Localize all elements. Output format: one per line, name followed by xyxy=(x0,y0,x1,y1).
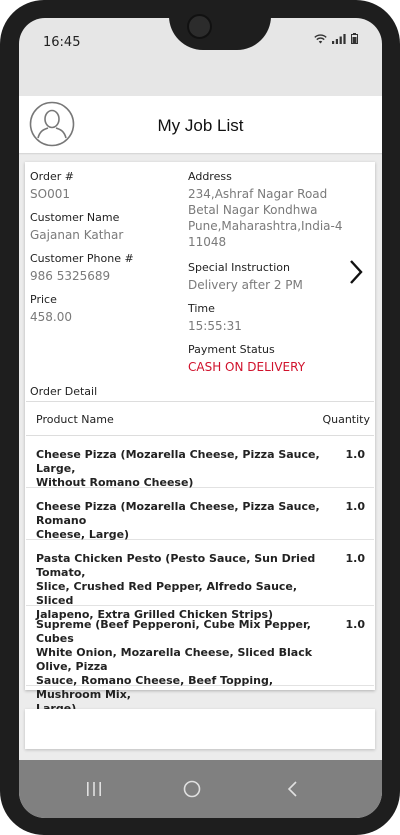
customer-phone: 986 5325689 xyxy=(30,269,111,283)
time-label: Time xyxy=(188,302,215,315)
system-nav-bar xyxy=(19,760,382,818)
notch xyxy=(169,18,271,50)
product-quantity: 1.0 xyxy=(345,618,366,631)
screen: 16:45 My Job List Order # SO001 Customer… xyxy=(19,18,382,818)
price-value: 458.00 xyxy=(30,310,72,324)
phone-frame: 16:45 My Job List Order # SO001 Customer… xyxy=(0,0,400,835)
recent-apps-icon[interactable] xyxy=(84,779,104,799)
product-name-line: White Onion, Mozarella Cheese, Sliced Bl… xyxy=(36,646,313,673)
table-row: Cheese Pizza (Mozarella Cheese, Pizza Sa… xyxy=(26,436,374,490)
chevron-right-icon[interactable] xyxy=(348,259,364,285)
address-line: Betal Nagar Kondhwa xyxy=(188,203,318,217)
product-name-line: Slice, Crushed Red Pepper, Alfredo Sauce… xyxy=(36,580,298,607)
battery-icon xyxy=(351,33,358,44)
special-instruction: Delivery after 2 PM xyxy=(188,278,303,292)
product-name: Cheese Pizza (Mozarella Cheese, Pizza Sa… xyxy=(36,500,336,542)
app-header: My Job List xyxy=(19,96,382,154)
time-value: 15:55:31 xyxy=(188,319,242,333)
table-row: Cheese Pizza (Mozarella Cheese, Pizza Sa… xyxy=(26,488,374,542)
table-row: Supreme (Beef Pepperoni, Cube Mix Pepper… xyxy=(26,606,374,715)
table-header: Product Name Quantity xyxy=(26,401,374,436)
order-number-label: Order # xyxy=(30,170,74,183)
address-line: 234,Ashraf Nagar Road xyxy=(188,187,328,201)
product-name-line: Sauce, Romano Cheese, Beef Topping, Mush… xyxy=(36,674,274,701)
price-label: Price xyxy=(30,293,57,306)
product-name-line: Cheese Pizza (Mozarella Cheese, Pizza Sa… xyxy=(36,448,320,475)
front-camera xyxy=(187,14,212,39)
customer-name: Gajanan Kathar xyxy=(30,228,124,242)
table-row: Pasta Chicken Pesto (Pesto Sauce, Sun Dr… xyxy=(26,540,374,621)
signal-icon xyxy=(332,33,346,44)
home-icon[interactable] xyxy=(182,779,202,799)
address-label: Address xyxy=(188,170,232,183)
payment-status-label: Payment Status xyxy=(188,343,275,356)
order-number: SO001 xyxy=(30,187,70,201)
wifi-icon xyxy=(314,33,327,43)
product-name-line: Pasta Chicken Pesto (Pesto Sauce, Sun Dr… xyxy=(36,552,316,579)
product-name: Cheese Pizza (Mozarella Cheese, Pizza Sa… xyxy=(36,448,336,490)
order-detail-table: Product Name Quantity Cheese Pizza (Moza… xyxy=(26,401,374,715)
job-card-next[interactable] xyxy=(25,709,375,749)
customer-phone-label: Customer Phone # xyxy=(30,252,134,265)
page-title: My Job List xyxy=(157,116,244,135)
job-card[interactable]: Order # SO001 Customer Name Gajanan Kath… xyxy=(25,162,375,715)
special-instruction-label: Special Instruction xyxy=(188,261,291,274)
product-quantity: 1.0 xyxy=(345,448,366,461)
product-name-line: Cheese Pizza (Mozarella Cheese, Pizza Sa… xyxy=(36,500,320,527)
job-list[interactable]: Order # SO001 Customer Name Gajanan Kath… xyxy=(19,155,382,762)
address-line: 11048 xyxy=(188,235,227,249)
status-time: 16:45 xyxy=(43,35,81,50)
back-icon[interactable] xyxy=(283,779,303,799)
product-quantity: 1.0 xyxy=(345,500,366,513)
product-quantity: 1.0 xyxy=(345,552,366,565)
column-header-product-name: Product Name xyxy=(36,413,114,426)
column-header-quantity: Quantity xyxy=(322,413,370,426)
customer-name-label: Customer Name xyxy=(30,211,120,224)
order-detail-label: Order Detail xyxy=(30,385,98,398)
address-line: Pune,Maharashtra,India-4 xyxy=(188,219,343,233)
payment-status: CASH ON DELIVERY xyxy=(188,360,306,374)
product-name-line: Supreme (Beef Pepperoni, Cube Mix Pepper… xyxy=(36,618,311,645)
product-name: Supreme (Beef Pepperoni, Cube Mix Pepper… xyxy=(36,618,336,716)
status-icons xyxy=(314,33,358,44)
